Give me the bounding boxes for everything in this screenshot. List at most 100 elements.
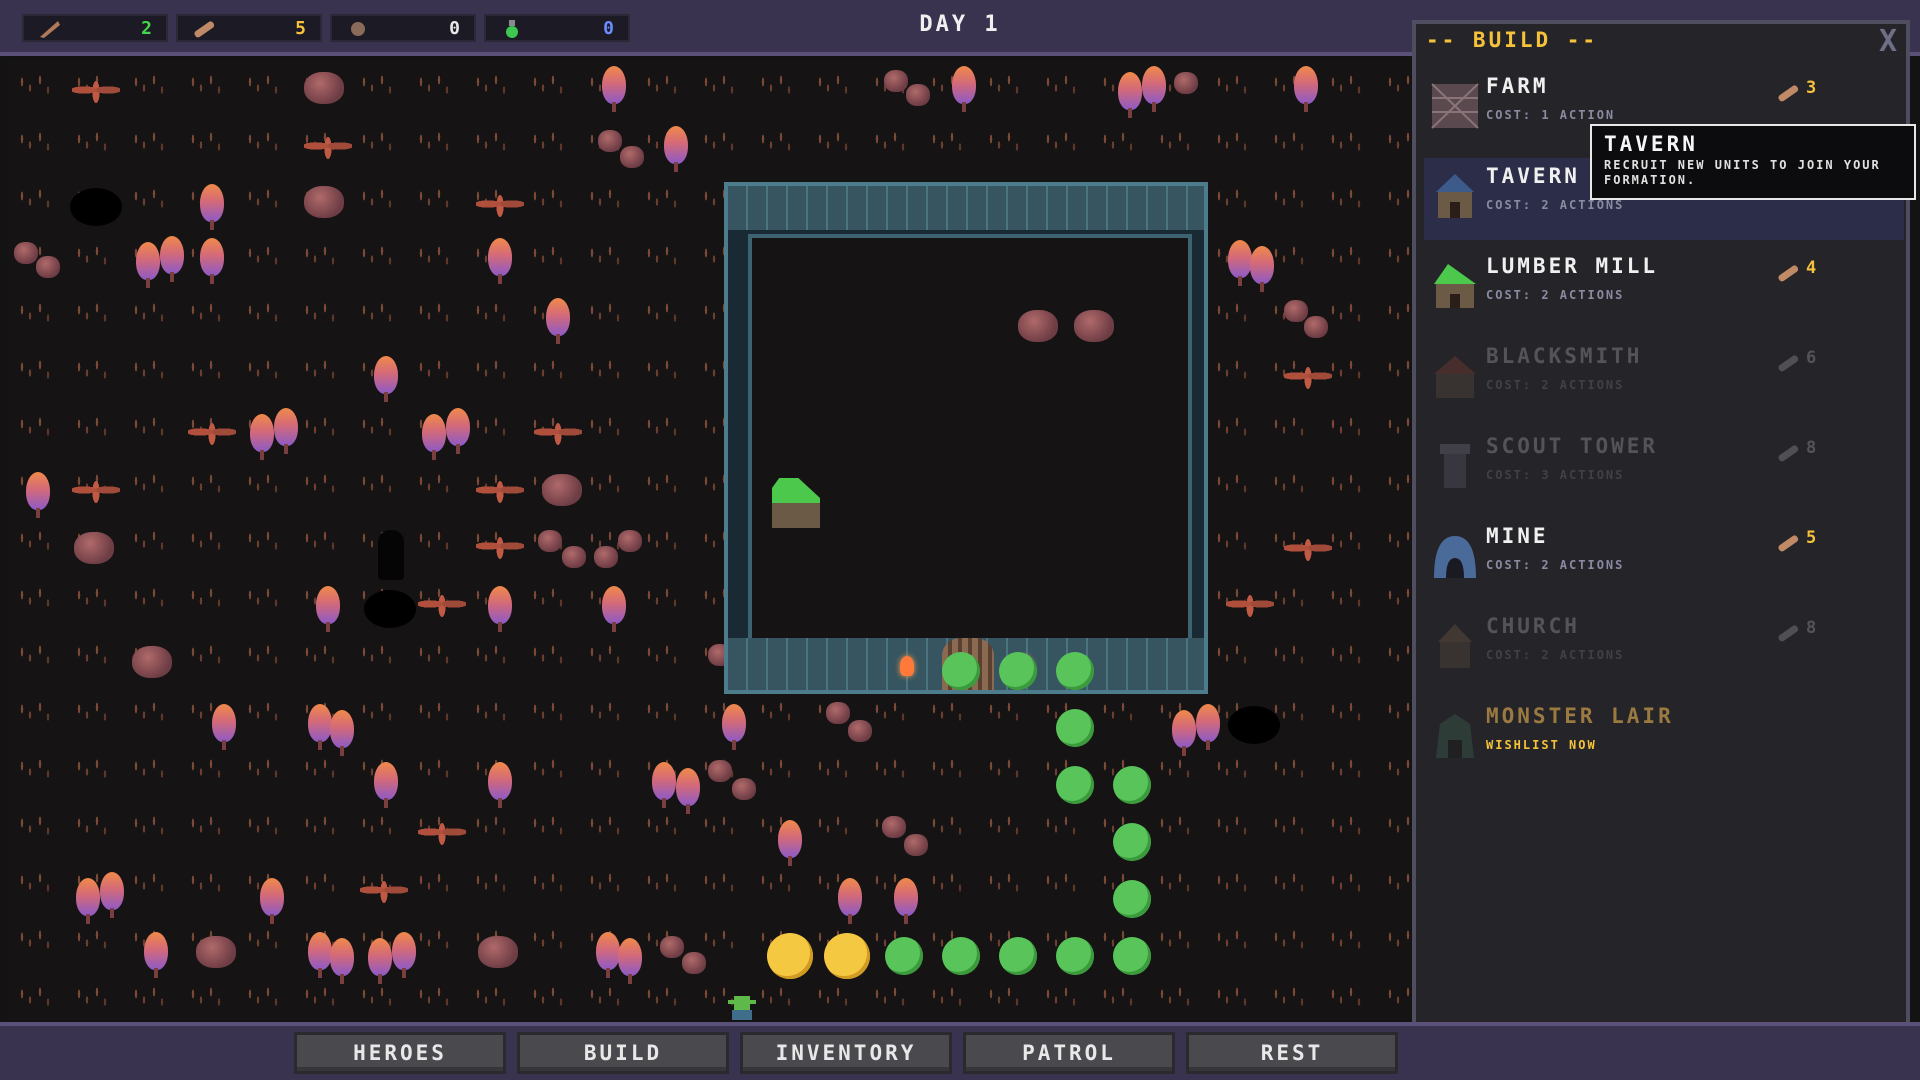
rock-icon xyxy=(884,70,908,92)
build-item-cost: COST: 2 ACTIONS xyxy=(1486,198,1625,212)
rock-icon xyxy=(542,474,582,506)
path-dot[interactable] xyxy=(1056,937,1094,975)
tree-icon xyxy=(484,586,516,632)
build-item-price: 6 xyxy=(1806,348,1817,368)
palm-icon xyxy=(72,476,120,512)
shadow-enemy[interactable] xyxy=(378,530,404,580)
cave-hole[interactable] xyxy=(364,590,416,628)
path-dot[interactable] xyxy=(1113,823,1151,861)
resource-value: 2 xyxy=(141,18,152,39)
rock-icon xyxy=(36,256,60,278)
tree-icon xyxy=(208,704,240,750)
tree-icon xyxy=(96,872,128,918)
rock-icon xyxy=(478,936,518,968)
farm-icon xyxy=(1431,83,1479,129)
town-interior[interactable] xyxy=(748,234,1192,644)
log-icon xyxy=(1778,85,1799,102)
path-dot[interactable] xyxy=(1056,766,1094,804)
tree-icon xyxy=(326,938,358,984)
tree-icon xyxy=(312,586,344,632)
tree-icon xyxy=(672,768,704,814)
build-item-blacksmith[interactable]: BLACKSMITH COST: 2 ACTIONS 6 xyxy=(1424,338,1904,420)
build-item-cost: COST: 2 ACTIONS xyxy=(1486,648,1625,662)
game-map[interactable] xyxy=(8,60,1413,1020)
build-item-lumber-mill[interactable]: LUMBER MILL COST: 2 ACTIONS 4 xyxy=(1424,248,1904,330)
rock-icon xyxy=(906,84,930,106)
palm-icon xyxy=(1284,534,1332,570)
tree-icon xyxy=(370,762,402,808)
build-panel-title: -- BUILD -- xyxy=(1426,28,1599,52)
build-item-monster-lair[interactable]: MONSTER LAIR WISHLIST NOW xyxy=(1424,698,1904,780)
rest-button[interactable]: REST xyxy=(1186,1032,1398,1074)
rock-icon xyxy=(620,146,644,168)
rock-icon xyxy=(598,130,622,152)
day-counter: DAY 1 xyxy=(919,12,1001,37)
palm-icon xyxy=(72,76,120,112)
resource-logs: 5 xyxy=(176,14,322,42)
tooltip-body: RECRUIT NEW UNITS TO JOIN YOUR FORMATION… xyxy=(1604,158,1881,187)
path-dot[interactable] xyxy=(942,937,980,975)
heroes-button[interactable]: HEROES xyxy=(294,1032,506,1074)
rock-icon xyxy=(826,702,850,724)
rock-icon xyxy=(708,760,732,782)
tree-icon xyxy=(256,878,288,924)
build-button[interactable]: BUILD xyxy=(517,1032,729,1074)
walled-town[interactable] xyxy=(724,182,1208,694)
path-dot[interactable] xyxy=(1056,652,1094,690)
log-icon xyxy=(1778,625,1799,642)
mine-icon xyxy=(1434,536,1476,578)
resource-potions: 0 xyxy=(484,14,630,42)
feather-icon xyxy=(40,21,60,38)
log-icon xyxy=(1778,535,1799,552)
path-dot[interactable] xyxy=(1113,937,1151,975)
patrol-button[interactable]: PATROL xyxy=(963,1032,1175,1074)
tree-icon xyxy=(156,236,188,282)
lumber-mill-building[interactable] xyxy=(772,478,820,528)
tree-icon xyxy=(196,184,228,230)
rock-icon xyxy=(594,546,618,568)
goblin-hero-icon[interactable] xyxy=(722,994,762,1020)
rock-icon xyxy=(1074,310,1114,342)
path-dot[interactable] xyxy=(999,652,1037,690)
build-item-scout-tower[interactable]: SCOUT TOWER COST: 3 ACTIONS 8 xyxy=(1424,428,1904,510)
path-dot[interactable] xyxy=(1113,766,1151,804)
palm-icon xyxy=(1284,362,1332,398)
path-dot[interactable] xyxy=(942,652,980,690)
potion-icon xyxy=(506,20,518,38)
build-item-church[interactable]: CHURCH COST: 2 ACTIONS 8 xyxy=(1424,608,1904,690)
rock-icon xyxy=(904,834,928,856)
build-item-name: TAVERN xyxy=(1486,164,1580,188)
cave-hole[interactable] xyxy=(1228,706,1280,744)
resource-value: 0 xyxy=(449,18,460,39)
path-dot[interactable] xyxy=(999,937,1037,975)
path-dot-selected[interactable] xyxy=(767,933,813,979)
rock-icon xyxy=(538,530,562,552)
path-dot[interactable] xyxy=(1056,709,1094,747)
tree-icon xyxy=(442,408,474,454)
tree-icon xyxy=(948,66,980,112)
rock-icon xyxy=(618,530,642,552)
build-item-cost: COST: 2 ACTIONS xyxy=(1486,378,1625,392)
resource-feathers: 2 xyxy=(22,14,168,42)
build-item-mine[interactable]: MINE COST: 2 ACTIONS 5 xyxy=(1424,518,1904,600)
wishlist-link[interactable]: WISHLIST NOW xyxy=(1486,738,1597,752)
tree-icon xyxy=(598,586,630,632)
close-icon[interactable]: X xyxy=(1879,24,1900,59)
build-item-name: MINE xyxy=(1486,524,1549,548)
path-dot-selected[interactable] xyxy=(824,933,870,979)
inventory-button[interactable]: INVENTORY xyxy=(740,1032,952,1074)
path-dot[interactable] xyxy=(1113,880,1151,918)
palm-icon xyxy=(1226,590,1274,626)
torch-icon xyxy=(900,656,914,676)
rock-icon xyxy=(1284,300,1308,322)
tree-icon xyxy=(614,938,646,984)
build-item-cost: COST: 3 ACTIONS xyxy=(1486,468,1625,482)
tree-icon xyxy=(598,66,630,112)
build-item-price: 4 xyxy=(1806,258,1817,278)
cave-hole[interactable] xyxy=(70,188,122,226)
log-icon xyxy=(1778,355,1799,372)
tree-icon xyxy=(484,238,516,284)
rock-icon xyxy=(848,720,872,742)
path-dot[interactable] xyxy=(885,937,923,975)
resource-ore: 0 xyxy=(330,14,476,42)
